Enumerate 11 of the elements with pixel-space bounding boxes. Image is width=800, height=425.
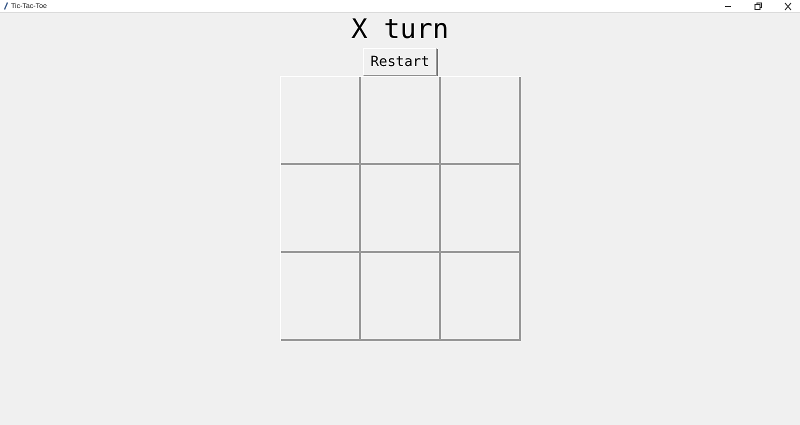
board-cell[interactable] — [440, 165, 520, 253]
board-cell[interactable] — [440, 253, 520, 341]
board-cell[interactable] — [360, 77, 440, 165]
board-cell[interactable] — [440, 77, 520, 165]
board-cell[interactable] — [360, 253, 440, 341]
board-cell[interactable] — [280, 253, 360, 341]
board-cell[interactable] — [280, 165, 360, 253]
turn-label: X turn — [351, 13, 449, 47]
restart-button[interactable]: Restart — [363, 48, 436, 76]
board-cell[interactable] — [360, 165, 440, 253]
board-cell[interactable] — [280, 77, 360, 165]
